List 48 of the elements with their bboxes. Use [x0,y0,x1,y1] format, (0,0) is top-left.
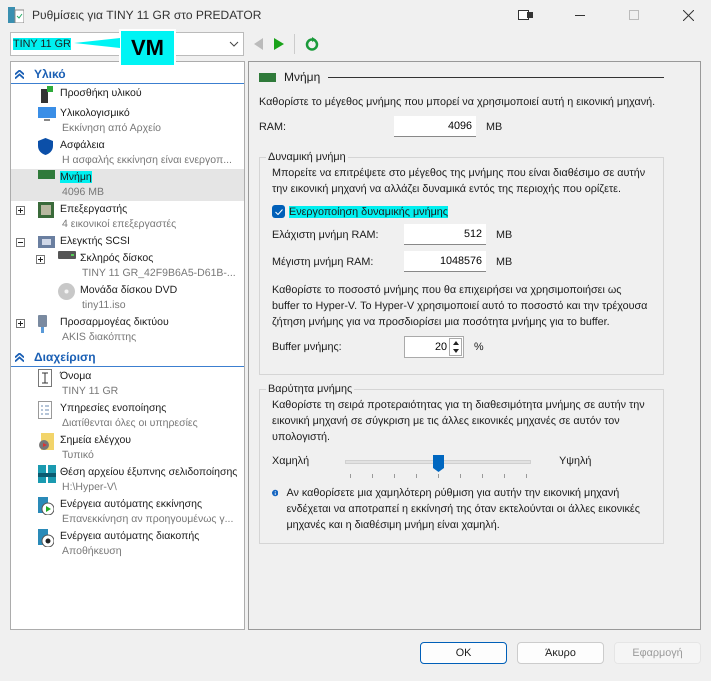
callout-label: VM [119,29,176,67]
item-title: Προσθήκη υλικού [60,86,142,101]
group-title: Δυναμική μνήμη [267,151,347,163]
item-subtitle: TINY 11 GR [61,384,118,399]
field-label: RAM: [259,120,287,132]
item-title: Υπηρεσίες ενοποίησης [60,401,168,416]
field-label: Μέγιστη μνήμη RAM: [272,256,374,268]
window-title: Ρυθμίσεις για TINY 11 GR στο PREDATOR [32,8,262,22]
item-subtitle: Αποθήκευση [61,544,123,559]
item-subtitle: Η ασφαλής εκκίνηση είναι ενεργοπ... [61,153,232,168]
item-subtitle: Διατίθενται όλες οι υπηρεσίες [61,416,198,431]
item-title: Θέση αρχείου έξυπνης σελιδοποίησης [60,465,238,480]
description-text: Καθορίστε τη σειρά προτεραιότητας για τη διαθεσιμότητα μνήμης σε αυτήν την εικονική μηχανή σε σύγκριση με τις άλλες εικονικές μηχανές σε αυτόν τον υπολογιστή. [272,398,646,445]
item-title: Προσαρμογέας δικτύου [60,315,169,330]
item-subtitle: Επανεκκίνηση αν προηγουμένως γ... [61,512,234,527]
description-text: Καθορίστε το μέγεθος μνήμης που μπορεί να χρησιμοποιεί αυτή η εικονική μηχανή. [259,95,656,110]
group-title: Βαρύτητα μνήμης [267,383,354,395]
item-title: Επεξεργαστής [60,202,128,217]
field-label: Buffer μνήμης: [272,341,343,353]
item-subtitle: AKIS διακόπτης [61,330,138,345]
item-title: Ασφάλεια [60,138,106,153]
item-title: Μνήμη [60,170,93,185]
item-title: Ελεγκτής SCSI [60,234,130,249]
item-subtitle: tiny11.iso [81,298,127,313]
item-subtitle: TINY 11 GR_42F9B6A5-D61B-... [81,266,236,281]
item-title: Μονάδα δίσκου DVD [80,283,178,298]
item-subtitle: 4096 MB [61,185,104,200]
item-subtitle: Τυπικό [61,448,95,463]
slider-label: Χαμηλή [272,455,310,467]
unit-label: % [474,341,484,353]
field-label: Ελάχιστη μνήμη RAM: [272,228,380,240]
section-title: Μνήμη [284,70,320,84]
item-title: Σημεία ελέγχου [60,433,132,448]
item-subtitle: Εκκίνηση από Αρχείο [61,121,161,136]
description-text: Καθορίστε το ποσοστό μνήμης που θα επιχειρήσει να χρησιμοποιήσει ως buffer το Hyper-V. Το Hyper-V χρησιμοποιεί αυτό το ποσοστό και την τρέχουσα ζήτηση μνήμης για να προσδιορίσει μια ποσότητα μνήμης για το buffer. [272,283,648,330]
description-text: Μπορείτε να επιτρέψετε στο μέγεθος της μνήμης που είναι διαθέσιμο σε αυτήν την εικονική μηχανή να αλλάζει δυναμικά εντός της περιοχής που ορίζετε. [272,166,646,197]
item-subtitle: 4 εικονικοί επεξεργαστές [61,217,176,232]
slider-label: Υψηλή [559,455,592,467]
unit-label: MB [486,120,502,132]
item-title: Ενέργεια αυτόματης εκκίνησης [60,497,204,512]
item-title: Σκληρός δίσκος [80,251,154,266]
unit-label: MB [496,256,512,268]
item-title: Υλικολογισμικό [60,106,131,121]
item-title: Ενέργεια αυτόματης διακοπής [60,529,200,544]
item-subtitle: H:\Hyper-V\ [61,480,118,495]
info-text: Αν καθορίσετε μια χαμηλότερη ρύθμιση για αυτήν την εικονική μηχανή ενδέχεται να αποτραπεί η εκκίνησή της όταν εκτελούνται οι άλλες εικονικές μηχανές και η διαθέσιμη μνήμη είναι χαμηλή. [286,486,641,533]
item-title: Όνομα [60,369,92,384]
unit-label: MB [496,228,512,240]
